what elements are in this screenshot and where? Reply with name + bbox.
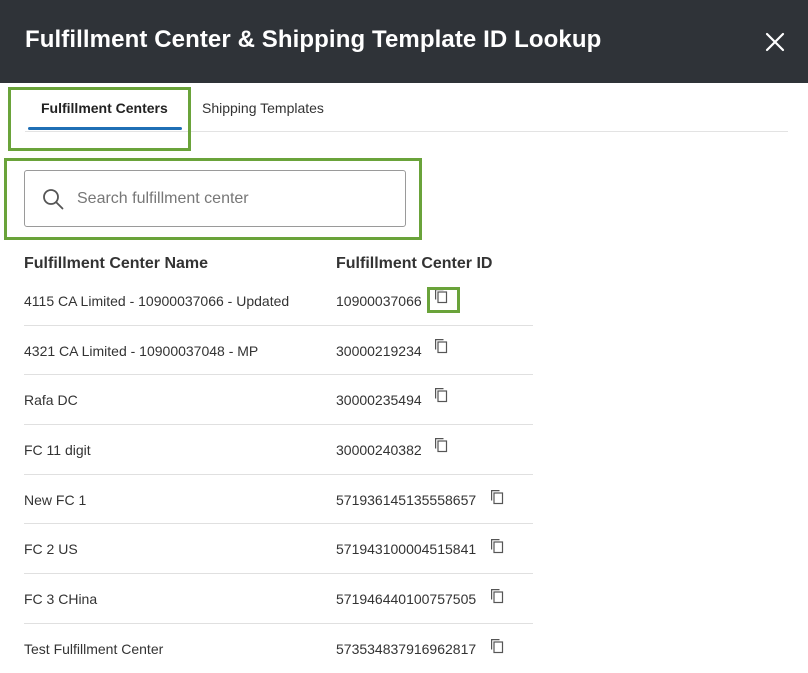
copy-icon[interactable] xyxy=(434,387,450,403)
table-row: Rafa DC 30000235494 xyxy=(24,375,533,426)
highlight-box-tab xyxy=(8,87,191,151)
fulfillment-center-id: 571936145135558657 xyxy=(336,491,477,508)
fulfillment-center-name: FC 3 CHina xyxy=(24,591,98,608)
fulfillment-center-table: 4115 CA Limited - 10900037066 - Updated … xyxy=(24,276,533,673)
fulfillment-center-id: 573534837916962817 xyxy=(336,640,477,657)
fulfillment-center-name: Rafa DC xyxy=(24,392,78,409)
search-field[interactable] xyxy=(24,170,406,227)
fulfillment-center-name: New FC 1 xyxy=(24,491,87,508)
copy-icon[interactable] xyxy=(490,638,506,654)
table-row: New FC 1 571936145135558657 xyxy=(24,475,533,525)
highlight-box-copy xyxy=(427,287,460,313)
copy-icon[interactable] xyxy=(490,538,506,554)
column-header-name: Fulfillment Center Name xyxy=(24,255,209,272)
fulfillment-center-id: 30000235494 xyxy=(336,392,422,409)
fulfillment-center-id: 571946440100757505 xyxy=(336,591,477,608)
fulfillment-center-name: 4321 CA Limited - 10900037048 - MP xyxy=(24,342,259,359)
fulfillment-center-id: 30000240382 xyxy=(336,442,422,459)
table-row: FC 11 digit 30000240382 xyxy=(24,425,533,475)
fulfillment-center-id: 10900037066 xyxy=(336,293,422,309)
table-row: 4321 CA Limited - 10900037048 - MP 30000… xyxy=(24,326,533,376)
dialog-header: Fulfillment Center & Shipping Template I… xyxy=(0,0,808,83)
fulfillment-center-name: Test Fulfillment Center xyxy=(24,640,164,657)
copy-icon[interactable] xyxy=(434,437,450,453)
fulfillment-center-name: FC 11 digit xyxy=(24,442,91,459)
table-row: FC 2 US 571943100004515841 xyxy=(24,524,533,575)
fulfillment-center-name: 4115 CA Limited - 10900037066 - Updated xyxy=(24,293,290,309)
tab-shipping-templates[interactable]: Shipping Templates xyxy=(202,100,324,116)
close-icon xyxy=(765,32,785,52)
search-input[interactable] xyxy=(77,183,397,214)
fulfillment-center-name: FC 2 US xyxy=(24,541,78,558)
fulfillment-center-id: 571943100004515841 xyxy=(336,541,477,558)
copy-icon[interactable] xyxy=(434,338,450,354)
table-row: Test Fulfillment Center 5735348379169628… xyxy=(24,624,533,673)
dialog-title: Fulfillment Center & Shipping Template I… xyxy=(25,26,602,53)
copy-icon[interactable] xyxy=(490,588,506,604)
table-row: FC 3 CHina 571946440100757505 xyxy=(24,574,533,624)
fulfillment-center-id: 30000219234 xyxy=(336,342,422,359)
close-button[interactable] xyxy=(760,27,790,57)
search-icon xyxy=(43,189,64,210)
copy-icon[interactable] xyxy=(490,489,506,505)
column-header-id: Fulfillment Center ID xyxy=(336,255,493,272)
